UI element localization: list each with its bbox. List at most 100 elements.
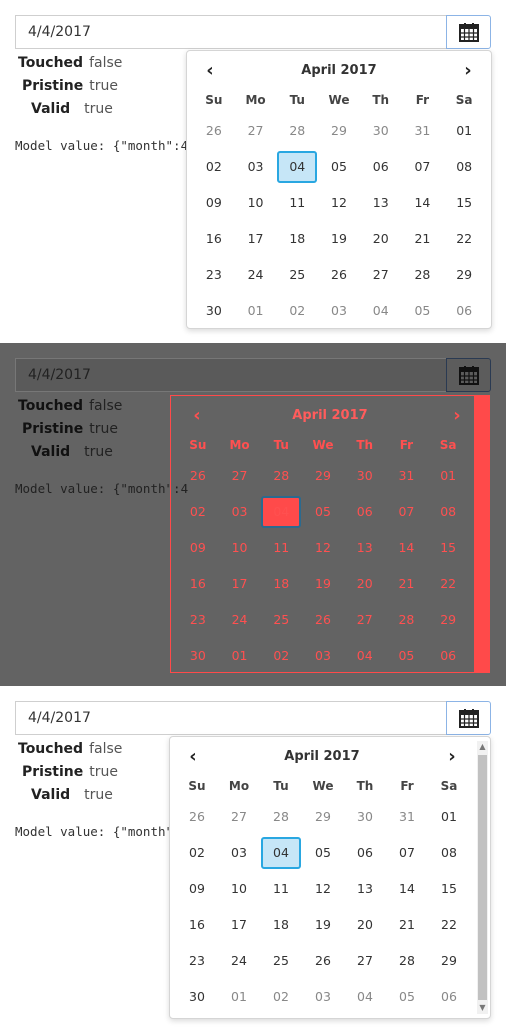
date-cell[interactable]: 17: [235, 221, 277, 257]
date-cell[interactable]: 25: [260, 602, 302, 638]
date-cell[interactable]: 28: [260, 458, 302, 494]
date-cell[interactable]: 27: [219, 458, 261, 494]
date-cell[interactable]: 06: [344, 494, 386, 530]
date-cell[interactable]: 21: [402, 221, 444, 257]
date-cell[interactable]: 13: [344, 871, 386, 907]
date-cell[interactable]: 26: [318, 257, 360, 293]
date-cell[interactable]: 27: [235, 113, 277, 149]
date-cell[interactable]: 23: [177, 602, 219, 638]
date-cell[interactable]: 28: [386, 602, 428, 638]
date-cell[interactable]: 18: [276, 221, 318, 257]
date-cell[interactable]: 30: [360, 113, 402, 149]
date-cell[interactable]: 04: [344, 979, 386, 1015]
date-cell[interactable]: 13: [344, 530, 386, 566]
date-cell[interactable]: 17: [218, 907, 260, 943]
date-cell[interactable]: 04: [260, 835, 302, 871]
date-cell[interactable]: 29: [302, 799, 344, 835]
date-cell[interactable]: 27: [344, 943, 386, 979]
date-cell[interactable]: 10: [235, 185, 277, 221]
date-cell[interactable]: 05: [386, 638, 428, 674]
date-cell[interactable]: 03: [218, 835, 260, 871]
next-month-button[interactable]: ›: [458, 61, 478, 81]
date-cell[interactable]: 31: [386, 458, 428, 494]
date-cell[interactable]: 06: [443, 293, 485, 329]
date-cell[interactable]: 28: [276, 113, 318, 149]
date-cell[interactable]: 09: [177, 530, 219, 566]
date-cell[interactable]: 30: [344, 458, 386, 494]
date-cell[interactable]: 20: [360, 221, 402, 257]
date-cell[interactable]: 07: [402, 149, 444, 185]
date-cell[interactable]: 25: [276, 257, 318, 293]
date-cell[interactable]: 13: [360, 185, 402, 221]
date-cell[interactable]: 23: [176, 943, 218, 979]
date-cell[interactable]: 01: [427, 458, 469, 494]
date-cell[interactable]: 02: [177, 494, 219, 530]
date-cell[interactable]: 03: [318, 293, 360, 329]
date-cell[interactable]: 04: [360, 293, 402, 329]
date-cell[interactable]: 01: [235, 293, 277, 329]
popup-scrollbar[interactable]: ▲ ▼: [477, 741, 488, 1014]
date-cell[interactable]: 06: [344, 835, 386, 871]
next-month-button[interactable]: ›: [442, 747, 462, 767]
date-cell[interactable]: 29: [427, 602, 469, 638]
date-cell[interactable]: 03: [302, 638, 344, 674]
date-cell[interactable]: 26: [193, 113, 235, 149]
date-cell[interactable]: 27: [360, 257, 402, 293]
date-cell[interactable]: 05: [386, 979, 428, 1015]
date-cell[interactable]: 28: [402, 257, 444, 293]
date-cell[interactable]: 30: [176, 979, 218, 1015]
date-cell[interactable]: 19: [302, 566, 344, 602]
date-cell[interactable]: 07: [386, 494, 428, 530]
date-cell[interactable]: 14: [386, 530, 428, 566]
date-cell[interactable]: 05: [302, 494, 344, 530]
date-cell[interactable]: 24: [219, 602, 261, 638]
date-cell[interactable]: 09: [176, 871, 218, 907]
date-cell[interactable]: 01: [428, 799, 470, 835]
date-cell[interactable]: 14: [402, 185, 444, 221]
date-cell[interactable]: 19: [318, 221, 360, 257]
date-cell[interactable]: 03: [219, 494, 261, 530]
month-title[interactable]: April 2017: [170, 749, 474, 764]
date-cell[interactable]: 29: [318, 113, 360, 149]
date-cell[interactable]: 09: [193, 185, 235, 221]
date-cell[interactable]: 08: [427, 494, 469, 530]
date-cell[interactable]: 16: [177, 566, 219, 602]
date-cell[interactable]: 31: [402, 113, 444, 149]
date-input[interactable]: 4/4/2017: [15, 15, 446, 49]
date-cell[interactable]: 12: [302, 871, 344, 907]
date-cell[interactable]: 02: [260, 638, 302, 674]
date-cell[interactable]: 21: [386, 907, 428, 943]
date-cell[interactable]: 24: [218, 943, 260, 979]
date-cell[interactable]: 26: [176, 799, 218, 835]
date-cell[interactable]: 12: [302, 530, 344, 566]
date-cell[interactable]: 03: [302, 979, 344, 1015]
date-cell[interactable]: 16: [176, 907, 218, 943]
date-input[interactable]: 4/4/2017: [15, 358, 446, 392]
date-cell[interactable]: 26: [177, 458, 219, 494]
date-cell[interactable]: 15: [443, 185, 485, 221]
date-cell[interactable]: 03: [235, 149, 277, 185]
date-cell[interactable]: 06: [428, 979, 470, 1015]
date-cell[interactable]: 18: [260, 566, 302, 602]
date-cell[interactable]: 12: [318, 185, 360, 221]
date-cell[interactable]: 20: [344, 566, 386, 602]
date-cell[interactable]: 22: [428, 907, 470, 943]
date-cell[interactable]: 02: [176, 835, 218, 871]
date-cell[interactable]: 01: [219, 638, 261, 674]
date-cell[interactable]: 11: [260, 530, 302, 566]
date-cell[interactable]: 05: [318, 149, 360, 185]
date-cell[interactable]: 10: [219, 530, 261, 566]
date-cell[interactable]: 30: [177, 638, 219, 674]
scrollbar-thumb[interactable]: [478, 755, 487, 1000]
date-cell[interactable]: 02: [276, 293, 318, 329]
next-month-button[interactable]: ›: [447, 406, 467, 426]
date-cell[interactable]: 17: [219, 566, 261, 602]
date-cell[interactable]: 01: [218, 979, 260, 1015]
date-cell[interactable]: 10: [218, 871, 260, 907]
date-cell[interactable]: 20: [344, 907, 386, 943]
scroll-up-arrow-icon[interactable]: ▲: [477, 741, 488, 753]
date-cell[interactable]: 27: [344, 602, 386, 638]
date-cell[interactable]: 06: [360, 149, 402, 185]
date-cell[interactable]: 08: [443, 149, 485, 185]
date-cell[interactable]: 26: [302, 602, 344, 638]
